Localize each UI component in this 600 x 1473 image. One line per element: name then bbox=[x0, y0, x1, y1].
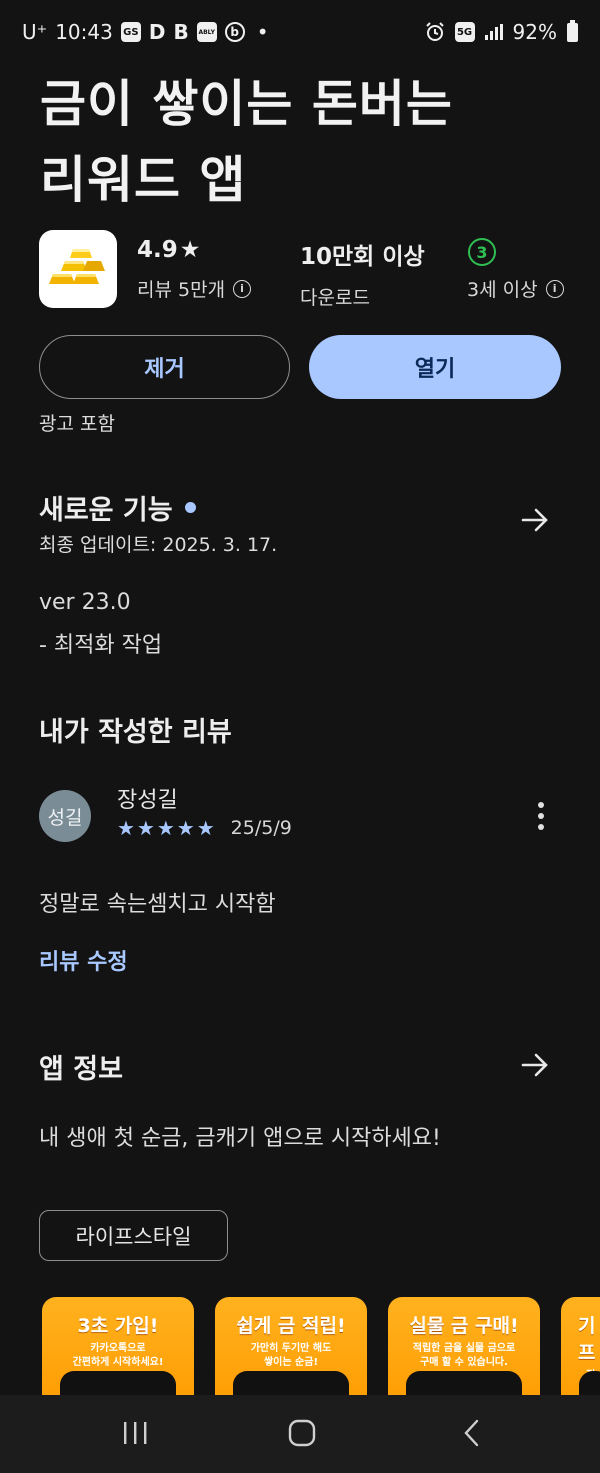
update-note: - 최적화 작업 bbox=[39, 633, 163, 658]
downloads-value: 10만회 이상 bbox=[300, 244, 425, 270]
rating-value: 4.9★ bbox=[137, 237, 251, 263]
rating-stat[interactable]: 4.9★ 리뷰 5만개 i bbox=[137, 237, 252, 302]
screenshot-caption-1: 카카오톡으로 bbox=[90, 1343, 146, 1354]
more-notifications-dot: • bbox=[256, 20, 269, 44]
screenshot-caption-2: 구매 할 수 있습니다. bbox=[420, 1357, 508, 1368]
screenshot-caption-2: 간편하게 시작하세요! bbox=[72, 1357, 164, 1368]
category-chip[interactable]: 라이프스타일 bbox=[39, 1210, 228, 1261]
home-icon[interactable] bbox=[287, 1418, 317, 1448]
review-date: 25/5/9 bbox=[230, 817, 292, 839]
b-circle-notification-icon: b bbox=[224, 22, 245, 42]
screenshot-title: 쉽게 금 적립! bbox=[236, 1315, 346, 1337]
app-icon[interactable] bbox=[39, 230, 117, 308]
battery-percent: 92% bbox=[512, 20, 557, 44]
app-title-line2: 리워드 앱 bbox=[40, 151, 247, 209]
d-notification-icon: D bbox=[148, 20, 166, 44]
review-count-row: 리뷰 5만개 i bbox=[137, 275, 252, 302]
app-title: 금이 쌓이는 돈버는 리워드 앱 bbox=[40, 66, 580, 218]
signal-icon bbox=[484, 24, 503, 40]
about-app-heading[interactable]: 앱 정보 bbox=[39, 1047, 123, 1086]
app-description: 내 생애 첫 순금, 금캐기 앱으로 시작하세요! bbox=[39, 1126, 441, 1151]
version-text: ver 23.0 bbox=[39, 590, 131, 615]
whats-new-header[interactable]: 새로운 기능 bbox=[39, 488, 196, 527]
b-notification-icon: B bbox=[173, 20, 189, 44]
review-count: 리뷰 5만개 bbox=[137, 279, 226, 301]
system-navigation-bar bbox=[0, 1395, 600, 1473]
avatar: 성길 bbox=[39, 790, 91, 842]
age-rating-badge-icon: 3 bbox=[468, 238, 496, 266]
star-rating-icon: ★★★★★ bbox=[117, 816, 217, 840]
screenshot-caption-2: 쌓이는 순금! bbox=[263, 1357, 319, 1368]
status-right: 5G 92% bbox=[425, 19, 578, 44]
screenshot-title: 3초 가입! bbox=[77, 1315, 159, 1337]
5g-network-icon: 5G bbox=[454, 22, 475, 42]
recent-apps-icon[interactable] bbox=[121, 1419, 149, 1447]
edit-review-link[interactable]: 리뷰 수정 bbox=[39, 944, 128, 976]
age-stat[interactable]: 3 3세 이상 i bbox=[467, 238, 564, 302]
review-author: 장성길 bbox=[117, 788, 178, 813]
ably-notification-icon: ABLY bbox=[196, 22, 217, 42]
open-button[interactable]: 열기 bbox=[309, 335, 561, 399]
info-icon[interactable]: i bbox=[545, 279, 564, 298]
clock: 10:43 bbox=[55, 20, 113, 44]
carrier-label: U⁺ bbox=[22, 20, 48, 44]
remove-button[interactable]: 제거 bbox=[39, 335, 290, 399]
battery-icon bbox=[567, 19, 578, 42]
gold-bars-icon bbox=[49, 249, 105, 284]
review-text: 정말로 속는셈치고 시작함 bbox=[39, 892, 276, 917]
alarm-icon bbox=[425, 22, 444, 41]
contains-ads-label: 광고 포함 bbox=[39, 413, 115, 435]
my-review-heading: 내가 작성한 리뷰 bbox=[39, 717, 232, 748]
downloads-stat: 10만회 이상 다운로드 bbox=[300, 237, 425, 310]
star-icon: ★ bbox=[179, 237, 201, 263]
status-bar: U⁺ 10:43 GS D B ABLY b • 5G 92% bbox=[0, 0, 600, 66]
status-left: U⁺ 10:43 GS D B ABLY b • bbox=[22, 20, 269, 44]
app-title-line1: 금이 쌓이는 돈버는 bbox=[40, 75, 453, 133]
arrow-right-icon[interactable] bbox=[520, 1050, 550, 1080]
screenshot-caption-1: 가만히 두기만 해도 bbox=[250, 1343, 332, 1354]
arrow-right-icon[interactable] bbox=[520, 505, 550, 535]
screenshot-title: 기프 bbox=[578, 1315, 596, 1364]
more-options-icon[interactable] bbox=[538, 802, 544, 830]
info-icon[interactable]: i bbox=[233, 279, 252, 298]
rating-number: 4.9 bbox=[137, 237, 178, 263]
whats-new-heading: 새로운 기능 bbox=[39, 495, 173, 526]
back-icon[interactable] bbox=[458, 1419, 486, 1447]
screenshot-caption-1: 적립한 금을 실물 금으로 bbox=[412, 1343, 516, 1354]
new-indicator-dot-icon bbox=[184, 502, 196, 513]
gs-notification-icon: GS bbox=[120, 22, 141, 42]
last-updated: 최종 업데이트: 2025. 3. 17. bbox=[39, 534, 278, 556]
downloads-label: 다운로드 bbox=[300, 287, 370, 309]
screenshot-title: 실물 금 구매! bbox=[409, 1315, 519, 1337]
age-label: 3세 이상 bbox=[467, 279, 538, 301]
review-meta: ★★★★★ 25/5/9 bbox=[117, 816, 292, 840]
age-label-row: 3세 이상 i bbox=[467, 275, 564, 302]
